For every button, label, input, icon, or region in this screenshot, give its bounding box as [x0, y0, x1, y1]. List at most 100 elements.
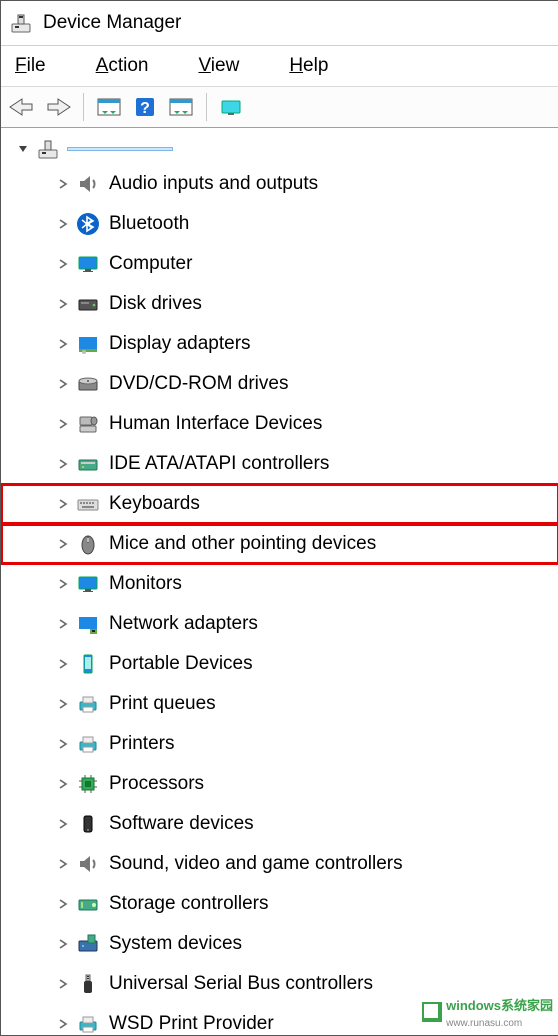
- chevron-right-icon[interactable]: [53, 934, 73, 954]
- chevron-right-icon[interactable]: [53, 614, 73, 634]
- keyboard-icon: [75, 491, 101, 517]
- category-label: Printers: [109, 733, 174, 755]
- chevron-right-icon[interactable]: [53, 334, 73, 354]
- category-label: Network adapters: [109, 613, 258, 635]
- forward-button[interactable]: [41, 90, 75, 124]
- toolbar: ?: [1, 87, 558, 128]
- category-label: Bluetooth: [109, 213, 189, 235]
- category-label: DVD/CD-ROM drives: [109, 373, 288, 395]
- category-cpu[interactable]: Processors: [1, 764, 558, 804]
- printer-icon: [75, 731, 101, 757]
- category-audio[interactable]: Audio inputs and outputs: [1, 164, 558, 204]
- chevron-right-icon[interactable]: [53, 214, 73, 234]
- software-device-icon: [75, 811, 101, 837]
- category-sound[interactable]: Sound, video and game controllers: [1, 844, 558, 884]
- chevron-right-icon[interactable]: [53, 494, 73, 514]
- category-label: Monitors: [109, 573, 182, 595]
- system-device-icon: [75, 931, 101, 957]
- category-label: Sound, video and game controllers: [109, 853, 403, 875]
- monitor-icon: [75, 251, 101, 277]
- bluetooth-icon: [75, 211, 101, 237]
- chevron-right-icon[interactable]: [53, 254, 73, 274]
- disk-icon: [75, 291, 101, 317]
- device-tree: Audio inputs and outputs Bluetooth Compute…: [1, 134, 558, 1035]
- category-software[interactable]: Software devices: [1, 804, 558, 844]
- category-storage[interactable]: Storage controllers: [1, 884, 558, 924]
- category-network[interactable]: Network adapters: [1, 604, 558, 644]
- category-label: Computer: [109, 253, 192, 275]
- category-label: Keyboards: [109, 493, 200, 515]
- ide-icon: [75, 451, 101, 477]
- menu-action[interactable]: Action: [88, 51, 157, 81]
- category-label: IDE ATA/ATAPI controllers: [109, 453, 329, 475]
- show-hide-tree-button[interactable]: [92, 90, 126, 124]
- chevron-right-icon[interactable]: [53, 694, 73, 714]
- category-bluetooth[interactable]: Bluetooth: [1, 204, 558, 244]
- chevron-right-icon[interactable]: [53, 414, 73, 434]
- category-printers[interactable]: Printers: [1, 724, 558, 764]
- chevron-right-icon[interactable]: [53, 774, 73, 794]
- speaker-icon: [75, 171, 101, 197]
- chevron-right-icon[interactable]: [53, 974, 73, 994]
- category-hid[interactable]: Human Interface Devices: [1, 404, 558, 444]
- chevron-right-icon[interactable]: [53, 734, 73, 754]
- properties-button[interactable]: [164, 90, 198, 124]
- category-ide[interactable]: IDE ATA/ATAPI controllers: [1, 444, 558, 484]
- sound-icon: [75, 851, 101, 877]
- chevron-right-icon[interactable]: [53, 294, 73, 314]
- menu-help[interactable]: Help: [281, 51, 336, 81]
- back-button[interactable]: [5, 90, 39, 124]
- chevron-right-icon[interactable]: [53, 574, 73, 594]
- chevron-right-icon[interactable]: [53, 1014, 73, 1034]
- category-printq[interactable]: Print queues: [1, 684, 558, 724]
- category-mice[interactable]: Mice and other pointing devices: [1, 524, 558, 564]
- chevron-right-icon[interactable]: [53, 454, 73, 474]
- category-keyboard[interactable]: Keyboards: [1, 484, 558, 524]
- category-label: Processors: [109, 773, 204, 795]
- chevron-right-icon[interactable]: [53, 374, 73, 394]
- root-label[interactable]: [67, 147, 173, 151]
- print-queue-icon: [75, 691, 101, 717]
- portable-device-icon: [75, 651, 101, 677]
- app-icon: [9, 11, 33, 35]
- menu-file[interactable]: File: [7, 51, 54, 81]
- category-dvd[interactable]: DVD/CD-ROM drives: [1, 364, 558, 404]
- mouse-icon: [75, 531, 101, 557]
- category-disk[interactable]: Disk drives: [1, 284, 558, 324]
- category-system[interactable]: System devices: [1, 924, 558, 964]
- watermark-text: windows系统家园: [446, 998, 553, 1013]
- device-manager-window: Device Manager File Action View Help ?: [0, 0, 558, 1036]
- chevron-right-icon[interactable]: [53, 894, 73, 914]
- optical-drive-icon: [75, 371, 101, 397]
- usb-icon: [75, 971, 101, 997]
- chevron-right-icon[interactable]: [53, 814, 73, 834]
- category-computer[interactable]: Computer: [1, 244, 558, 284]
- titlebar: Device Manager: [1, 1, 558, 46]
- wsd-icon: [75, 1011, 101, 1035]
- chevron-right-icon[interactable]: [53, 654, 73, 674]
- monitor2-icon: [75, 571, 101, 597]
- category-monitors[interactable]: Monitors: [1, 564, 558, 604]
- window-title: Device Manager: [43, 12, 181, 34]
- scan-hardware-button[interactable]: [215, 90, 249, 124]
- category-label: Storage controllers: [109, 893, 268, 915]
- svg-text:?: ?: [140, 100, 150, 117]
- category-label: Print queues: [109, 693, 216, 715]
- chevron-right-icon[interactable]: [53, 174, 73, 194]
- content-pane[interactable]: Audio inputs and outputs Bluetooth Compute…: [1, 127, 558, 1035]
- category-portable[interactable]: Portable Devices: [1, 644, 558, 684]
- category-label: Portable Devices: [109, 653, 253, 675]
- category-label: Human Interface Devices: [109, 413, 322, 435]
- chevron-right-icon[interactable]: [53, 854, 73, 874]
- tree-root[interactable]: [1, 134, 558, 164]
- category-display[interactable]: Display adapters: [1, 324, 558, 364]
- help-button[interactable]: ?: [128, 90, 162, 124]
- cpu-icon: [75, 771, 101, 797]
- category-label: Audio inputs and outputs: [109, 173, 318, 195]
- toolbar-sep: [206, 93, 207, 121]
- chevron-right-icon[interactable]: [53, 534, 73, 554]
- menu-view[interactable]: View: [190, 51, 247, 81]
- computer-root-icon: [35, 136, 61, 162]
- chevron-down-icon[interactable]: [13, 139, 33, 159]
- menubar: File Action View Help: [1, 46, 558, 87]
